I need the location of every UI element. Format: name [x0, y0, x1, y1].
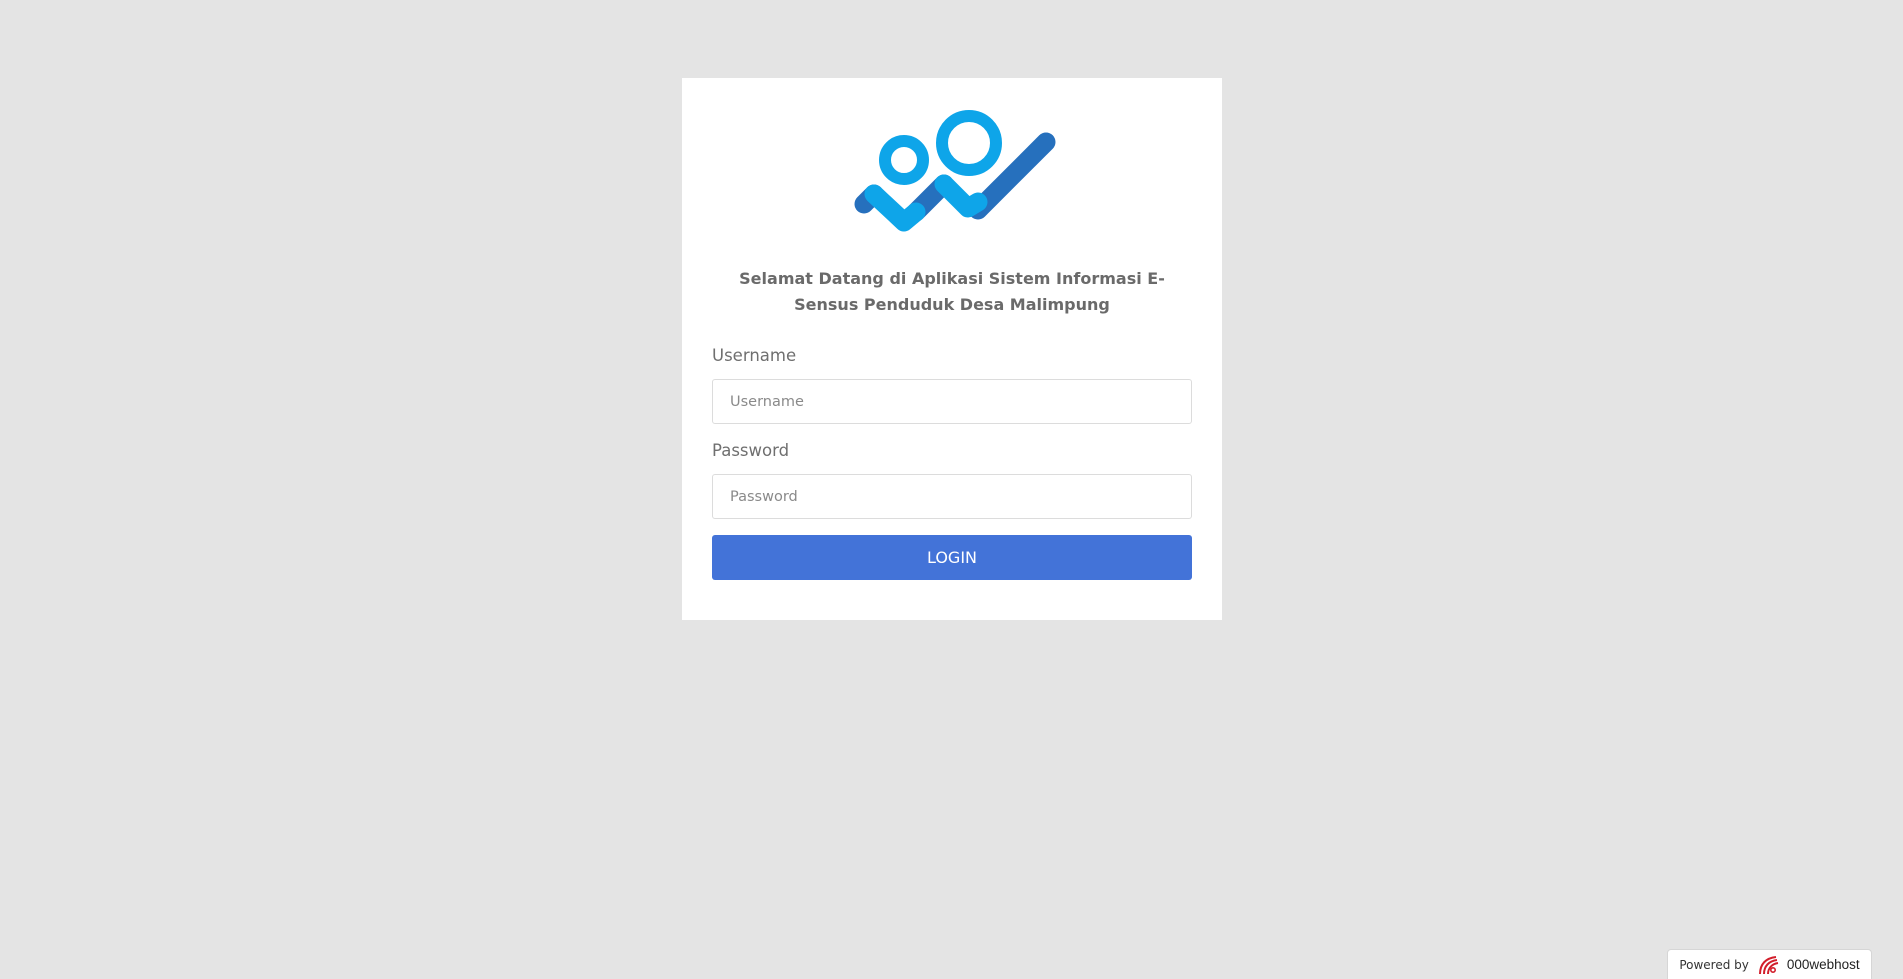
powered-by-label: Powered by — [1679, 957, 1749, 972]
password-input[interactable] — [712, 474, 1192, 519]
username-input[interactable] — [712, 379, 1192, 424]
000webhost-logo-icon — [1758, 955, 1779, 974]
username-label: Username — [712, 346, 797, 365]
powered-by-badge[interactable]: Powered by 000webhost — [1667, 949, 1872, 979]
app-logo-icon — [854, 110, 1056, 232]
login-card: Selamat Datang di Aplikasi Sistem Inform… — [682, 78, 1222, 620]
000webhost-brand: 000webhost — [1786, 957, 1860, 972]
password-label: Password — [712, 441, 790, 460]
welcome-heading: Selamat Datang di Aplikasi Sistem Inform… — [739, 269, 1165, 314]
login-button[interactable]: LOGIN — [712, 535, 1192, 580]
